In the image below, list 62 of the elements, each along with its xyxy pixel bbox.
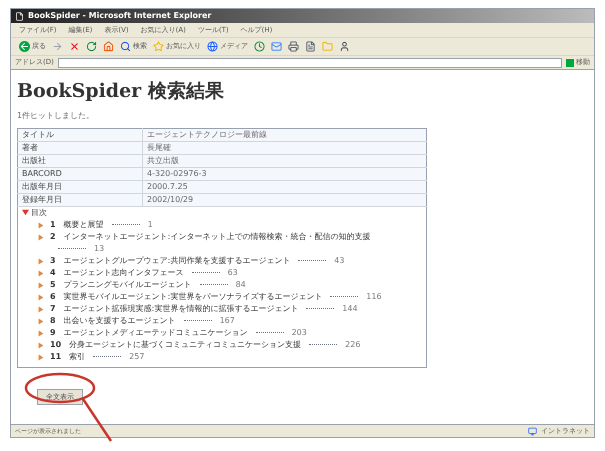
table-cell: エージェントテクノロジー最前線 xyxy=(142,128,426,142)
table-cell: 著者 xyxy=(18,141,142,154)
toolbar-button[interactable] xyxy=(339,41,350,52)
star-icon xyxy=(153,41,164,52)
bullet-icon xyxy=(38,282,44,289)
mail-icon xyxy=(271,41,282,52)
folder-icon xyxy=(322,41,333,52)
toolbar-button[interactable] xyxy=(254,41,265,52)
toc-entry[interactable]: 11 索引 257 xyxy=(50,350,410,363)
toc-entry[interactable]: 7 エージェント拡張現実感:実世界を情報的に拡張するエージェント 144 xyxy=(50,302,410,315)
toc-entry[interactable]: 10 分身エージェントに基づくコミュニティコミュニケーション支援 226 xyxy=(50,338,410,351)
document-icon xyxy=(305,41,316,52)
back-icon xyxy=(19,41,30,52)
printer-icon xyxy=(288,41,299,52)
person-icon xyxy=(339,41,350,52)
toolbar-button[interactable] xyxy=(288,41,299,52)
table-cell: 出版年月日 xyxy=(18,180,142,194)
bullet-icon xyxy=(38,222,44,229)
bullet-icon xyxy=(38,330,44,337)
toc-entry[interactable]: 9 エージェントメディエーテッドコミュニケーション 203 xyxy=(50,326,410,339)
toolbar-button[interactable] xyxy=(86,41,97,52)
refresh-icon xyxy=(86,41,97,52)
table-cell: 長尾確 xyxy=(142,141,426,154)
toc-entry[interactable]: 5 プランニングモバイルエージェント 84 xyxy=(50,278,410,291)
toc-toggle[interactable]: 目次 xyxy=(22,206,47,219)
home-icon xyxy=(103,41,114,52)
toolbar-button[interactable] xyxy=(305,41,316,52)
toolbar-button[interactable] xyxy=(69,41,80,52)
app-icon xyxy=(15,12,24,20)
bullet-icon xyxy=(38,306,44,313)
toc-entry[interactable]: 3 エージェントグループウェア:共同作業を支援するエージェント 43 xyxy=(50,254,410,267)
computer-icon xyxy=(528,426,537,436)
toc-entry[interactable]: 8 出会いを支援するエージェント 167 xyxy=(50,314,410,327)
search-icon xyxy=(120,41,131,52)
bullet-icon xyxy=(38,318,44,325)
table-cell: 登録年月日 xyxy=(18,193,142,206)
table-cell: 出版社 xyxy=(18,154,142,168)
bullet-icon xyxy=(38,234,44,241)
table-cell: BARCORD xyxy=(18,167,142,180)
toc-entry[interactable]: 6 実世界モバイルエージェント:実世界をパーソナライズするエージェント 116 xyxy=(50,290,410,303)
toc-entry[interactable]: 4 エージェント志向インタフェース 63 xyxy=(50,266,410,279)
table-cell: 2002/10/29 xyxy=(142,193,426,206)
stop-icon xyxy=(69,41,80,52)
toc-entry[interactable]: 1 概要と展望 1 xyxy=(50,218,410,231)
hit-count: 1件ヒットしました。 xyxy=(17,110,96,122)
bullet-icon xyxy=(38,342,44,349)
bullet-icon xyxy=(38,294,44,301)
table-cell: 共立出版 xyxy=(142,154,426,168)
table-cell: 2000.7.25 xyxy=(142,180,426,194)
table-cell: タイトル xyxy=(18,128,142,142)
globe-icon xyxy=(207,41,218,52)
page-heading: BookSpider 検索結果 xyxy=(17,80,225,104)
window-title: BookSpider - Microsoft Internet Explorer xyxy=(28,10,212,22)
bullet-icon xyxy=(38,354,44,361)
table-cell: 4-320-02976-3 xyxy=(142,167,426,180)
forward-icon xyxy=(52,41,63,52)
address-field[interactable] xyxy=(58,58,562,68)
bullet-icon xyxy=(38,258,44,265)
history-icon xyxy=(254,41,265,52)
bullet-icon xyxy=(38,270,44,277)
toc-entry[interactable]: 2 インターネットエージェント:インターネット上での情報検索・統合・配信の知的支援 13 xyxy=(50,230,410,255)
expanded-icon xyxy=(22,209,29,216)
